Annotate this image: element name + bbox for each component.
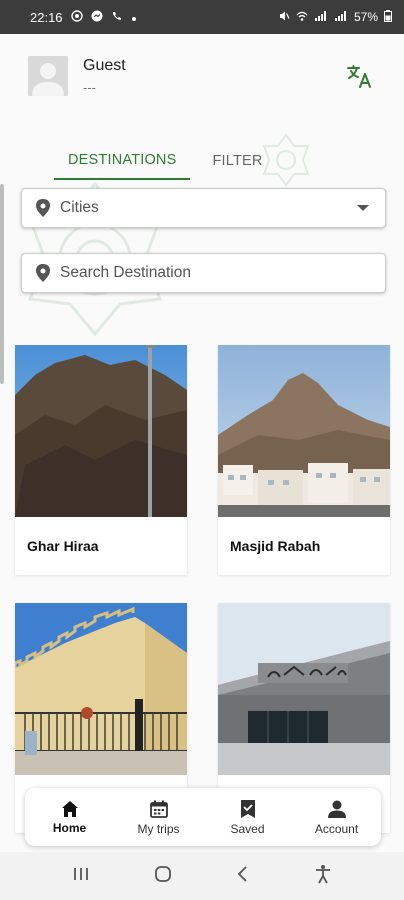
phone-icon	[111, 10, 123, 25]
status-time: 22:16	[30, 9, 63, 25]
whatsapp-icon	[70, 9, 83, 25]
user-subtitle: ---	[83, 80, 96, 95]
app-screen: Guest --- DESTINATIONS FILTER Cities Sea…	[0, 34, 404, 852]
nav-my-trips[interactable]: My trips	[119, 799, 199, 836]
nav-saved[interactable]: Saved	[208, 799, 288, 836]
user-name: Guest	[83, 57, 126, 74]
home-icon	[61, 800, 78, 817]
scrollbar[interactable]	[0, 184, 4, 384]
bookmark-icon	[240, 799, 255, 818]
destination-image	[218, 345, 390, 517]
location-pin-icon	[36, 264, 50, 282]
destination-card[interactable]: Masjid Rabah	[218, 345, 390, 575]
back-icon[interactable]	[236, 865, 250, 888]
avatar[interactable]	[28, 56, 68, 96]
nav-saved-label: Saved	[230, 821, 265, 836]
recents-icon[interactable]	[72, 866, 90, 887]
translate-icon	[347, 65, 371, 88]
nav-home[interactable]: Home	[30, 800, 110, 835]
search-destination-input[interactable]	[60, 264, 385, 282]
signal-icon	[314, 10, 328, 25]
battery-icon	[384, 9, 392, 25]
destination-image	[218, 603, 390, 775]
mute-icon	[278, 10, 290, 25]
header: Guest ---	[0, 34, 404, 129]
search-destination-field[interactable]	[21, 253, 386, 293]
status-bar: 22:16 57%	[0, 0, 404, 34]
dot-icon	[131, 10, 137, 25]
home-circle-icon[interactable]	[154, 865, 172, 888]
system-navigation-bar	[0, 852, 404, 900]
destination-name: Masjid Rabah	[230, 538, 321, 554]
destination-image	[15, 345, 187, 517]
account-icon	[327, 800, 346, 818]
destination-name: Ghar Hiraa	[27, 538, 99, 554]
location-pin-icon	[36, 199, 50, 217]
nav-home-label: Home	[52, 820, 87, 835]
destination-image	[15, 603, 187, 775]
messenger-icon	[91, 10, 103, 25]
tab-bar: DESTINATIONS FILTER	[54, 142, 277, 182]
tab-filter[interactable]: FILTER	[198, 142, 276, 180]
nav-account[interactable]: Account	[297, 799, 377, 836]
signal-icon	[334, 10, 348, 25]
wifi-call-icon	[296, 10, 308, 25]
destination-card[interactable]: Ghar Hiraa	[15, 345, 187, 575]
cities-select-value: Cities	[60, 199, 99, 216]
person-icon	[32, 63, 64, 96]
calendar-icon	[149, 800, 168, 818]
nav-account-label: Account	[314, 821, 359, 836]
cities-select[interactable]: Cities	[21, 188, 386, 228]
accessibility-icon[interactable]	[314, 864, 332, 889]
bottom-navigation: Home My trips Saved Account	[25, 788, 381, 846]
nav-my-trips-label: My trips	[137, 821, 180, 836]
battery-text: 57%	[353, 10, 378, 24]
dropdown-caret-icon	[357, 205, 369, 211]
tab-destinations[interactable]: DESTINATIONS	[54, 142, 191, 180]
translate-button[interactable]	[345, 62, 373, 90]
